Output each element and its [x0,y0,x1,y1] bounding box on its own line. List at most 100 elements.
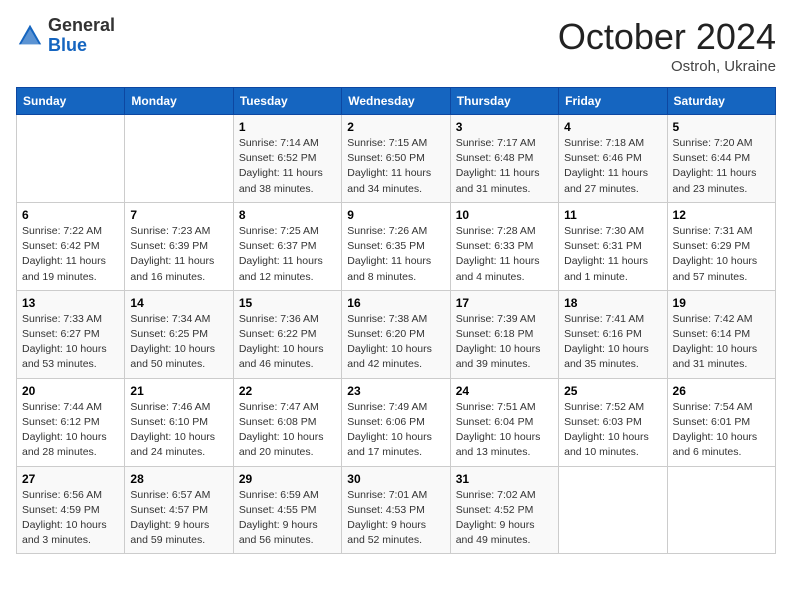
day-cell: 30 Sunrise: 7:01 AM Sunset: 4:53 PM Dayli… [342,466,450,554]
day-number: 21 [130,384,227,398]
day-detail: Sunrise: 7:18 AM Sunset: 6:46 PM Dayligh… [564,136,661,197]
weekday-header-row: SundayMondayTuesdayWednesdayThursdayFrid… [17,88,776,115]
logo: General Blue [16,16,115,56]
day-number: 13 [22,296,119,310]
logo-blue-text: Blue [48,35,87,55]
day-number: 8 [239,208,336,222]
day-detail: Sunrise: 7:38 AM Sunset: 6:20 PM Dayligh… [347,312,444,373]
day-cell: 23Sunrise: 7:49 AM Sunset: 6:06 PM Dayli… [342,378,450,466]
day-number: 3 [456,120,553,134]
day-detail: Sunrise: 6:57 AM Sunset: 4:57 PM Dayligh… [130,488,227,549]
day-cell: 27 Sunrise: 6:56 AM Sunset: 4:59 PM Dayli… [17,466,125,554]
day-cell: 4 Sunrise: 7:18 AM Sunset: 6:46 PM Daylig… [559,115,667,203]
day-number: 24 [456,384,553,398]
day-number: 30 [347,472,444,486]
day-cell: 22 Sunrise: 7:47 AM Sunset: 6:08 PM Dayli… [233,378,341,466]
day-detail: Sunrise: 7:41 AM Sunset: 6:16 PM Dayligh… [564,312,661,373]
day-number: 27 [22,472,119,486]
week-row-5: 27 Sunrise: 6:56 AM Sunset: 4:59 PM Dayli… [17,466,776,554]
day-detail: Sunrise: 7:30 AM Sunset: 6:31 PM Dayligh… [564,224,661,285]
day-cell [559,466,667,554]
day-number: 9 [347,208,444,222]
day-number: 15 [239,296,336,310]
day-cell: 16 Sunrise: 7:38 AM Sunset: 6:20 PM Dayli… [342,290,450,378]
weekday-header-saturday: Saturday [667,88,775,115]
week-row-2: 6 Sunrise: 7:22 AM Sunset: 6:42 PM Daylig… [17,202,776,290]
day-number: 31 [456,472,553,486]
day-cell: 15 Sunrise: 7:36 AM Sunset: 6:22 PM Dayli… [233,290,341,378]
page-header: General Blue October 2024 Ostroh, Ukrain… [16,16,776,75]
day-cell [667,466,775,554]
day-cell: 24Sunrise: 7:51 AM Sunset: 6:04 PM Dayli… [450,378,558,466]
day-number: 29 [239,472,336,486]
day-number: 23 [347,384,444,398]
day-detail: Sunrise: 7:47 AM Sunset: 6:08 PM Dayligh… [239,400,336,461]
day-cell: 2 Sunrise: 7:15 AM Sunset: 6:50 PM Daylig… [342,115,450,203]
day-detail: Sunrise: 6:56 AM Sunset: 4:59 PM Dayligh… [22,488,119,549]
day-detail: Sunrise: 7:46 AM Sunset: 6:10 PM Dayligh… [130,400,227,461]
day-cell: 17 Sunrise: 7:39 AM Sunset: 6:18 PM Dayli… [450,290,558,378]
title-block: October 2024 Ostroh, Ukraine [558,16,776,75]
day-cell: 21 Sunrise: 7:46 AM Sunset: 6:10 PM Dayli… [125,378,233,466]
day-detail: Sunrise: 7:39 AM Sunset: 6:18 PM Dayligh… [456,312,553,373]
logo-icon [16,22,44,50]
day-cell: 5Sunrise: 7:20 AM Sunset: 6:44 PM Daylig… [667,115,775,203]
day-number: 26 [673,384,770,398]
day-number: 14 [130,296,227,310]
day-detail: Sunrise: 7:31 AM Sunset: 6:29 PM Dayligh… [673,224,770,285]
day-detail: Sunrise: 7:42 AM Sunset: 6:14 PM Dayligh… [673,312,770,373]
day-detail: Sunrise: 6:59 AM Sunset: 4:55 PM Dayligh… [239,488,336,549]
logo-general-text: General [48,15,115,35]
day-cell: 13 Sunrise: 7:33 AM Sunset: 6:27 PM Dayli… [17,290,125,378]
day-detail: Sunrise: 7:36 AM Sunset: 6:22 PM Dayligh… [239,312,336,373]
day-detail: Sunrise: 7:23 AM Sunset: 6:39 PM Dayligh… [130,224,227,285]
day-detail: Sunrise: 7:15 AM Sunset: 6:50 PM Dayligh… [347,136,444,197]
week-row-3: 13 Sunrise: 7:33 AM Sunset: 6:27 PM Dayli… [17,290,776,378]
day-cell: 26Sunrise: 7:54 AM Sunset: 6:01 PM Dayli… [667,378,775,466]
day-number: 18 [564,296,661,310]
day-cell [17,115,125,203]
day-cell: 14Sunrise: 7:34 AM Sunset: 6:25 PM Dayli… [125,290,233,378]
day-number: 12 [673,208,770,222]
day-number: 6 [22,208,119,222]
day-number: 20 [22,384,119,398]
weekday-header-sunday: Sunday [17,88,125,115]
day-cell: 9 Sunrise: 7:26 AM Sunset: 6:35 PM Daylig… [342,202,450,290]
day-number: 7 [130,208,227,222]
day-detail: Sunrise: 7:01 AM Sunset: 4:53 PM Dayligh… [347,488,444,549]
day-detail: Sunrise: 7:20 AM Sunset: 6:44 PM Dayligh… [673,136,770,197]
day-cell [125,115,233,203]
day-detail: Sunrise: 7:33 AM Sunset: 6:27 PM Dayligh… [22,312,119,373]
day-cell: 19 Sunrise: 7:42 AM Sunset: 6:14 PM Dayli… [667,290,775,378]
location: Ostroh, Ukraine [558,58,776,75]
day-number: 11 [564,208,661,222]
day-detail: Sunrise: 7:14 AM Sunset: 6:52 PM Dayligh… [239,136,336,197]
day-cell: 28 Sunrise: 6:57 AM Sunset: 4:57 PM Dayli… [125,466,233,554]
day-cell: 18 Sunrise: 7:41 AM Sunset: 6:16 PM Dayli… [559,290,667,378]
day-number: 28 [130,472,227,486]
day-detail: Sunrise: 7:44 AM Sunset: 6:12 PM Dayligh… [22,400,119,461]
day-number: 17 [456,296,553,310]
day-number: 22 [239,384,336,398]
month-title: October 2024 [558,16,776,58]
weekday-header-friday: Friday [559,88,667,115]
day-cell: 7 Sunrise: 7:23 AM Sunset: 6:39 PM Daylig… [125,202,233,290]
day-cell: 12 Sunrise: 7:31 AM Sunset: 6:29 PM Dayli… [667,202,775,290]
day-number: 4 [564,120,661,134]
day-cell: 6 Sunrise: 7:22 AM Sunset: 6:42 PM Daylig… [17,202,125,290]
day-detail: Sunrise: 7:25 AM Sunset: 6:37 PM Dayligh… [239,224,336,285]
day-detail: Sunrise: 7:17 AM Sunset: 6:48 PM Dayligh… [456,136,553,197]
day-cell: 10Sunrise: 7:28 AM Sunset: 6:33 PM Dayli… [450,202,558,290]
day-cell: 25Sunrise: 7:52 AM Sunset: 6:03 PM Dayli… [559,378,667,466]
day-cell: 3 Sunrise: 7:17 AM Sunset: 6:48 PM Daylig… [450,115,558,203]
weekday-header-tuesday: Tuesday [233,88,341,115]
week-row-4: 20 Sunrise: 7:44 AM Sunset: 6:12 PM Dayli… [17,378,776,466]
weekday-header-thursday: Thursday [450,88,558,115]
day-number: 2 [347,120,444,134]
day-cell: 8 Sunrise: 7:25 AM Sunset: 6:37 PM Daylig… [233,202,341,290]
day-number: 16 [347,296,444,310]
day-number: 1 [239,120,336,134]
day-number: 19 [673,296,770,310]
day-detail: Sunrise: 7:22 AM Sunset: 6:42 PM Dayligh… [22,224,119,285]
day-detail: Sunrise: 7:26 AM Sunset: 6:35 PM Dayligh… [347,224,444,285]
